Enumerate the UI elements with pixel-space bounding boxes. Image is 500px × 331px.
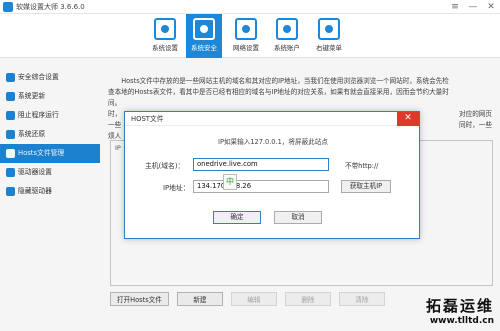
system-settings-icon [154, 18, 176, 40]
toolbar-label: 系统设置 [152, 44, 178, 52]
menu-icon[interactable]: ≡ [450, 1, 460, 13]
window-controls: ≡ — ✕ [450, 1, 496, 13]
title-bar: 软媒设置大师 3.6.6.0 ≡ — ✕ [0, 0, 500, 14]
toolbar-context-menu[interactable]: 右键菜单 [311, 14, 347, 58]
host-label: 主机(域名)： [145, 162, 185, 170]
toolbar-label: 右键菜单 [316, 44, 342, 52]
dialog-close-button[interactable]: ✕ [397, 112, 419, 126]
toolbar-label: 系统安全 [191, 44, 217, 52]
context-menu-icon [318, 18, 340, 40]
ip-label: IP地址： [163, 184, 190, 192]
dialog-title: HOST文件 [125, 112, 419, 126]
get-host-ip-button[interactable]: 获取主机IP [341, 180, 391, 193]
dialog-hint: IP如果输入127.0.0.1，将屏蔽此站点 [218, 138, 328, 146]
app-title: 软媒设置大师 3.6.6.0 [16, 3, 85, 11]
hosts-dialog: HOST文件 ✕ IP如果输入127.0.0.1，将屏蔽此站点 主机(域名)： … [124, 111, 420, 239]
ime-status-icon[interactable]: 中 [223, 174, 237, 190]
toolbar-label: 网络设置 [233, 44, 259, 52]
host-domain-input[interactable]: onedrive.live.com [193, 158, 329, 171]
shield-icon [193, 18, 215, 40]
user-account-icon [276, 18, 298, 40]
toolbar-network-settings[interactable]: 网络设置 [228, 14, 264, 58]
toolbar-system-account[interactable]: 系统账户 [269, 14, 305, 58]
ok-button[interactable]: 确定 [213, 211, 261, 224]
toolbar-label: 系统账户 [274, 44, 300, 52]
host-note: 不带http:// [345, 162, 379, 170]
ip-address-input[interactable]: 134.170.108.26 [193, 180, 329, 193]
toolbar-system-security[interactable]: 系统安全 [186, 14, 222, 58]
toolbar-system-settings[interactable]: 系统设置 [147, 14, 183, 58]
minimize-icon[interactable]: — [468, 1, 478, 13]
network-icon [235, 18, 257, 40]
close-icon[interactable]: ✕ [486, 1, 496, 13]
cancel-button[interactable]: 取消 [274, 211, 322, 224]
main-toolbar: 系统设置 系统安全 网络设置 系统账户 右键菜单 [0, 14, 500, 58]
app-logo-icon [3, 2, 13, 12]
